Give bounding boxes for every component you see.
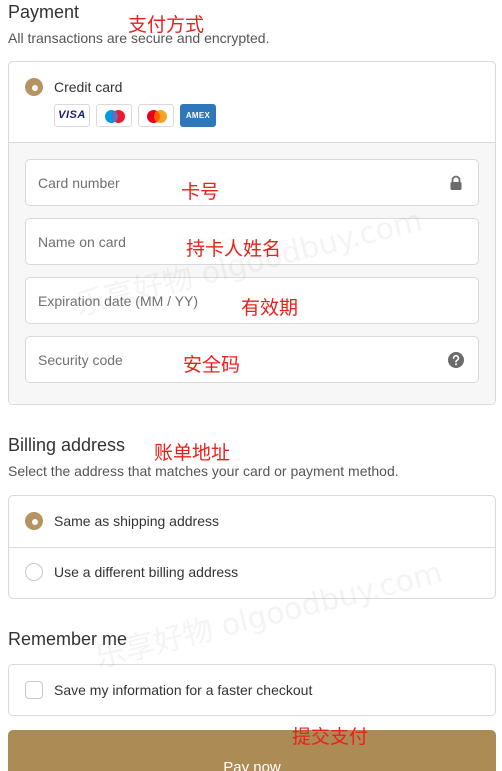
billing-subtitle: Select the address that matches your car… (8, 463, 399, 479)
billing-divider (9, 547, 495, 548)
different-billing-radio[interactable] (25, 563, 43, 581)
amex-logo: AMEX (180, 104, 216, 127)
payment-method-box: Credit card VISA AMEX 卡号 持 (8, 61, 496, 405)
visa-logo: VISA (54, 104, 90, 127)
card-number-input[interactable] (26, 160, 478, 205)
credit-card-label[interactable]: Credit card (54, 79, 122, 95)
security-code-input[interactable] (26, 337, 478, 382)
save-info-label[interactable]: Save my information for a faster checkou… (54, 682, 312, 698)
name-on-card-annotation: 持卡人姓名 (186, 238, 282, 260)
pay-now-button[interactable]: Pay now (8, 730, 496, 771)
different-billing-label[interactable]: Use a different billing address (54, 564, 238, 580)
card-details-form: 卡号 持卡人姓名 有效期 安全码 (9, 142, 495, 404)
card-number-field[interactable] (25, 159, 479, 206)
save-info-checkbox[interactable] (25, 681, 43, 699)
credit-card-radio[interactable] (25, 78, 43, 96)
payment-subtitle: All transactions are secure and encrypte… (8, 30, 270, 46)
card-number-annotation: 卡号 (181, 181, 220, 203)
remember-title: Remember me (8, 629, 128, 649)
maestro-logo (96, 104, 132, 127)
security-code-annotation: 安全码 (183, 354, 241, 376)
same-as-shipping-radio[interactable] (25, 512, 43, 530)
billing-annotation: 账单地址 (154, 442, 231, 464)
lock-icon (450, 175, 462, 190)
remember-box: Save my information for a faster checkou… (8, 664, 496, 716)
help-icon[interactable] (448, 352, 464, 368)
billing-options-box: Same as shipping address Use a different… (8, 495, 496, 599)
security-code-field[interactable] (25, 336, 479, 383)
expiration-annotation: 有效期 (241, 297, 299, 319)
same-as-shipping-label[interactable]: Same as shipping address (54, 513, 219, 529)
pay-now-label: Pay now (223, 759, 281, 771)
mastercard-logo (138, 104, 174, 127)
payment-title: Payment (8, 2, 80, 22)
billing-title: Billing address (8, 435, 126, 455)
submit-annotation: 提交支付 (292, 726, 369, 748)
